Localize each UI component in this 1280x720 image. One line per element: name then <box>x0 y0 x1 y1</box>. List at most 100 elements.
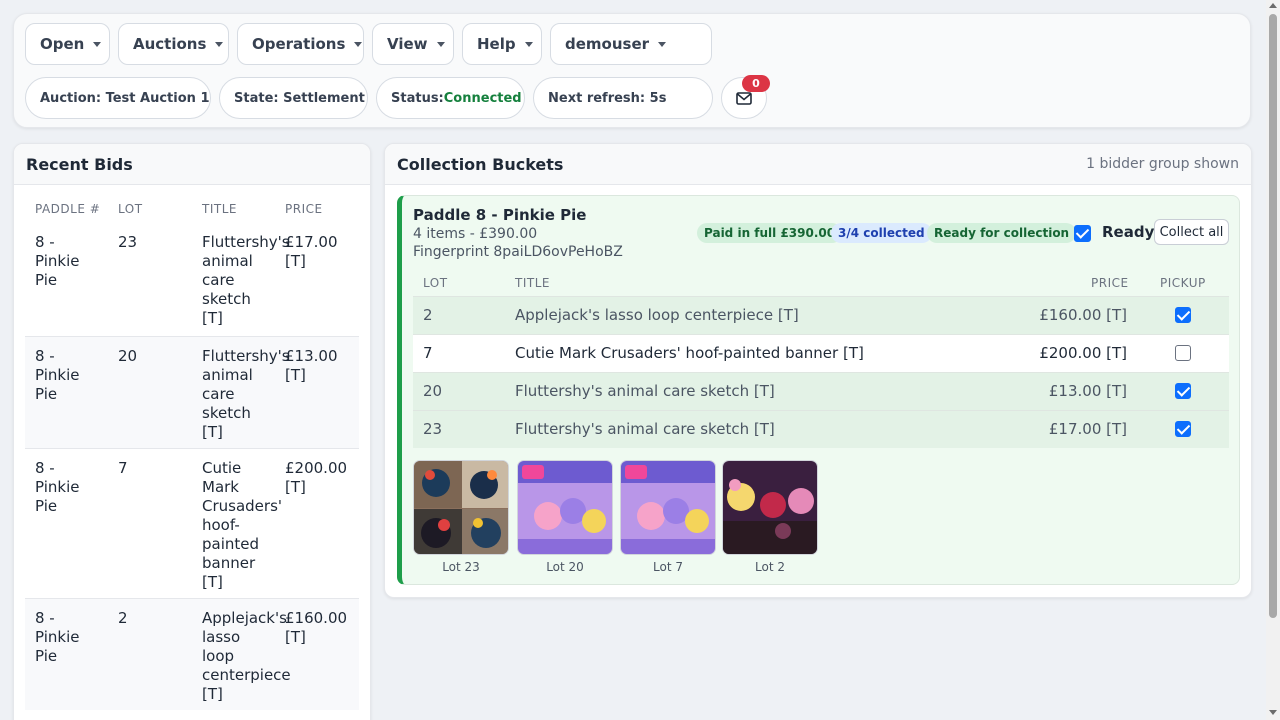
refresh-label: Next refresh: 5s <box>548 90 667 106</box>
chevron-down-icon <box>93 41 102 47</box>
pony-box-image <box>518 461 612 554</box>
lot-thumbnail[interactable] <box>517 460 613 555</box>
auctions-menu[interactable]: Auctions <box>118 23 229 65</box>
bucket-fingerprint: Fingerprint 8paiLD6ovPeHoBZ <box>413 244 623 260</box>
auctions-menu-label: Auctions <box>133 35 207 53</box>
status-value: Connected <box>443 90 522 106</box>
lot-number: 23 <box>423 420 443 438</box>
open-menu[interactable]: Open <box>25 23 110 65</box>
title-cell: Applejack's lasso loop centerpiece [T] <box>202 609 291 703</box>
price-cell: £17.00 [T] <box>285 233 338 270</box>
lot-cell: 20 <box>118 347 138 365</box>
paid-status-badge: Paid in full £390.00 <box>697 223 843 243</box>
lot-row[interactable]: 20 Fluttershy's animal care sketch [T] £… <box>413 372 1229 410</box>
lot-price: £200.00 [T] <box>1039 344 1127 362</box>
status-prefix: Status: <box>391 90 444 106</box>
paddle-cell: 8 - Pinkie Pie <box>35 347 80 403</box>
page-scrollbar[interactable] <box>1266 0 1280 720</box>
operations-menu[interactable]: Operations <box>237 23 364 65</box>
recent-bids-title: Recent Bids <box>26 154 133 174</box>
table-row[interactable]: 8 - Pinkie Pie 7 Cutie Mark Crusaders' hoof-p… <box>25 449 359 598</box>
lot-thumbnail[interactable] <box>722 460 818 555</box>
price-cell: £200.00 [T] <box>285 459 348 496</box>
lots-col-title: TITLE <box>515 276 550 290</box>
pony-scene-image <box>723 461 817 554</box>
auction-indicator[interactable]: Auction: Test Auction 1 <box>25 77 211 119</box>
help-menu[interactable]: Help <box>462 23 542 65</box>
pickup-checkbox[interactable] <box>1175 383 1191 399</box>
table-row[interactable]: 8 - Pinkie Pie 2 Applejack's lasso loop cente… <box>25 599 359 710</box>
pickup-checkbox[interactable] <box>1175 421 1191 437</box>
user-menu[interactable]: demouser <box>550 23 712 65</box>
title-cell: Cutie Mark Crusaders' hoof-painted banner [T] <box>202 459 283 591</box>
user-menu-label: demouser <box>565 35 650 53</box>
lot-title: Fluttershy's animal care sketch [T] <box>515 420 775 438</box>
chevron-down-icon <box>354 41 363 47</box>
ready-label: Ready <box>1102 223 1155 241</box>
table-row[interactable]: 8 - Pinkie Pie 20 Fluttershy's animal care sk… <box>25 337 359 448</box>
paddle-cell: 8 - Pinkie Pie <box>35 233 80 289</box>
help-menu-label: Help <box>477 35 516 53</box>
lot-number: 20 <box>423 382 443 400</box>
chevron-down-icon <box>436 41 445 47</box>
recent-bids-header: Recent Bids <box>14 144 370 185</box>
mail-icon <box>736 91 752 105</box>
thumbnail-caption: Lot 7 <box>653 560 683 574</box>
lot-title: Applejack's lasso loop centerpiece [T] <box>515 306 799 324</box>
lot-cell: 23 <box>118 233 138 251</box>
ready-status-badge: Ready for collection <box>927 223 1077 243</box>
lot-title: Cutie Mark Crusaders' hoof-painted banne… <box>515 344 864 362</box>
collection-buckets-header: Collection Buckets 1 bidder group shown <box>385 144 1251 185</box>
paddle-cell: 8 - Pinkie Pie <box>35 609 80 665</box>
pony-box-image <box>621 461 715 554</box>
lot-price: £13.00 [T] <box>1048 382 1127 400</box>
lot-cell: 2 <box>118 609 128 627</box>
lot-row[interactable]: 7 Cutie Mark Crusaders' hoof-painted ban… <box>413 334 1229 372</box>
lot-title: Fluttershy's animal care sketch [T] <box>515 382 775 400</box>
pony-figures-image <box>414 461 508 554</box>
lot-price: £17.00 [T] <box>1048 420 1127 438</box>
state-indicator[interactable]: State: Settlement <box>219 77 368 119</box>
ready-checkbox[interactable] <box>1074 225 1091 242</box>
chevron-down-icon <box>524 41 533 47</box>
connection-status[interactable]: Status: Connected <box>376 77 525 119</box>
title-cell: Fluttershy's animal care sketch [T] <box>202 233 290 327</box>
thumbnail-caption: Lot 23 <box>442 560 480 574</box>
scroll-down-arrow-icon[interactable] <box>1269 710 1277 715</box>
col-title: TITLE <box>202 202 237 216</box>
lot-number: 7 <box>423 344 433 362</box>
scroll-up-arrow-icon[interactable] <box>1269 3 1277 8</box>
bucket-item-summary: 4 items - £390.00 <box>413 226 538 242</box>
operations-menu-label: Operations <box>252 35 346 53</box>
chevron-down-icon <box>658 41 667 47</box>
paddle-cell: 8 - Pinkie Pie <box>35 459 80 515</box>
messages-count-badge: 0 <box>742 75 770 92</box>
state-label: State: Settlement <box>234 90 365 106</box>
refresh-indicator[interactable]: Next refresh: 5s <box>533 77 713 119</box>
pickup-checkbox[interactable] <box>1175 345 1191 361</box>
lot-thumbnail[interactable] <box>620 460 716 555</box>
lot-row[interactable]: 23 Fluttershy's animal care sketch [T] £… <box>413 410 1229 448</box>
thumbnail-caption: Lot 2 <box>755 560 785 574</box>
collect-all-button[interactable]: Collect all <box>1154 219 1229 245</box>
lot-number: 2 <box>423 306 433 324</box>
price-cell: £13.00 [T] <box>285 347 338 384</box>
table-row[interactable]: 8 - Pinkie Pie 23 Fluttershy's animal care sk… <box>25 223 359 336</box>
lots-col-lot: LOT <box>423 276 448 290</box>
lot-cell: 7 <box>118 459 128 477</box>
lot-price: £160.00 [T] <box>1039 306 1127 324</box>
thumbnail-caption: Lot 20 <box>546 560 584 574</box>
lot-thumbnail[interactable] <box>413 460 509 555</box>
bidder-group-count: 1 bidder group shown <box>1086 156 1239 172</box>
lots-col-price: PRICE <box>1091 276 1129 290</box>
pickup-checkbox[interactable] <box>1175 307 1191 323</box>
collection-buckets-title: Collection Buckets <box>397 154 564 174</box>
lot-row[interactable]: 2 Applejack's lasso loop centerpiece [T]… <box>413 296 1229 334</box>
scrollbar-thumb[interactable] <box>1269 14 1277 618</box>
col-lot: LOT <box>118 202 143 216</box>
auction-label: Auction: Test Auction 1 <box>40 90 210 106</box>
title-cell: Fluttershy's animal care sketch [T] <box>202 347 290 441</box>
view-menu[interactable]: View <box>372 23 454 65</box>
chevron-down-icon <box>215 41 224 47</box>
collected-count-badge: 3/4 collected <box>831 223 932 243</box>
